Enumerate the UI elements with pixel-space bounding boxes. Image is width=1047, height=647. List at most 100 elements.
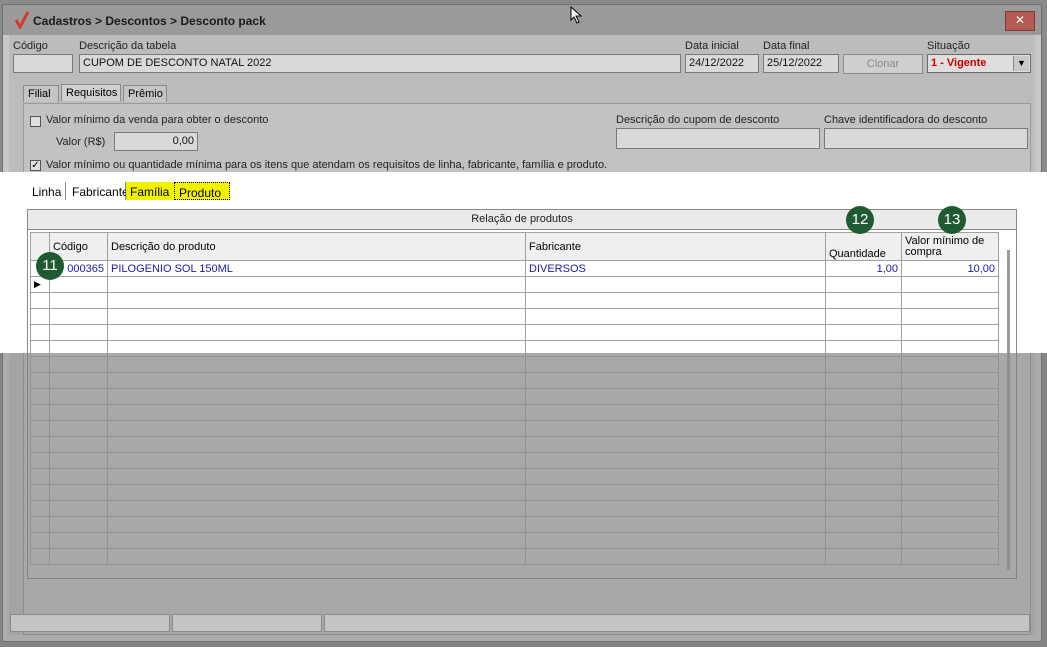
cell-valor[interactable] — [901, 516, 999, 533]
cell-fabricante[interactable] — [525, 372, 826, 389]
cell-descricao[interactable]: PILOGENIO SOL 150ML — [107, 260, 526, 277]
table-row[interactable] — [30, 340, 999, 357]
cell-fabricante[interactable] — [525, 276, 826, 293]
cell-fabricante[interactable] — [525, 500, 826, 517]
cell-fabricante[interactable] — [525, 420, 826, 437]
table-row[interactable] — [30, 516, 999, 533]
cell-codigo[interactable] — [49, 420, 108, 437]
cell-fabricante[interactable] — [525, 436, 826, 453]
cell-descricao[interactable] — [107, 532, 526, 549]
cell-quantidade[interactable] — [825, 500, 902, 517]
cell-fabricante[interactable] — [525, 356, 826, 373]
cell-codigo[interactable] — [49, 308, 108, 325]
col-header-quantidade[interactable]: Quantidade — [825, 232, 902, 261]
descricao-field[interactable]: CUPOM DE DESCONTO NATAL 2022 — [79, 54, 681, 73]
cell-quantidade[interactable]: 1,00 — [825, 260, 902, 277]
cell-codigo[interactable] — [49, 404, 108, 421]
data-final-field[interactable]: 25/12/2022 — [763, 54, 839, 73]
cell-descricao[interactable] — [107, 276, 526, 293]
cell-fabricante[interactable] — [525, 340, 826, 357]
cell-codigo[interactable] — [49, 532, 108, 549]
cell-fabricante[interactable] — [525, 452, 826, 469]
cell-valor[interactable] — [901, 420, 999, 437]
table-row[interactable] — [30, 452, 999, 469]
cell-fabricante[interactable] — [525, 292, 826, 309]
table-row[interactable] — [30, 436, 999, 453]
cell-valor[interactable] — [901, 468, 999, 485]
cell-valor[interactable] — [901, 324, 999, 341]
cell-quantidade[interactable] — [825, 292, 902, 309]
cell-descricao[interactable] — [107, 484, 526, 501]
tab-familia[interactable]: Família — [126, 182, 174, 200]
cell-descricao[interactable] — [107, 356, 526, 373]
cell-codigo[interactable] — [49, 548, 108, 565]
grid-scrollbar[interactable] — [1007, 250, 1010, 570]
cell-quantidade[interactable] — [825, 276, 902, 293]
cell-fabricante[interactable] — [525, 308, 826, 325]
cell-fabricante[interactable] — [525, 324, 826, 341]
cell-quantidade[interactable] — [825, 372, 902, 389]
cell-descricao[interactable] — [107, 468, 526, 485]
valor-qtd-minima-checkbox[interactable]: ✓ — [30, 160, 41, 171]
cell-codigo[interactable] — [49, 516, 108, 533]
cell-valor[interactable] — [901, 356, 999, 373]
table-row[interactable] — [30, 484, 999, 501]
table-row[interactable] — [30, 308, 999, 325]
cell-valor[interactable] — [901, 340, 999, 357]
cell-quantidade[interactable] — [825, 484, 902, 501]
cell-valor[interactable] — [901, 500, 999, 517]
cell-valor[interactable] — [901, 276, 999, 293]
col-header-fabricante[interactable]: Fabricante — [525, 232, 826, 261]
cell-descricao[interactable] — [107, 420, 526, 437]
cell-descricao[interactable] — [107, 292, 526, 309]
cell-codigo[interactable] — [49, 292, 108, 309]
cell-valor[interactable] — [901, 388, 999, 405]
cell-codigo[interactable] — [49, 452, 108, 469]
cell-descricao[interactable] — [107, 516, 526, 533]
col-header-descricao[interactable]: Descrição do produto — [107, 232, 526, 261]
table-row[interactable] — [30, 404, 999, 421]
cell-valor[interactable] — [901, 548, 999, 565]
cell-codigo[interactable] — [49, 276, 108, 293]
table-row[interactable] — [30, 532, 999, 549]
table-row[interactable] — [30, 388, 999, 405]
close-button[interactable]: ✕ — [1005, 11, 1035, 31]
data-inicial-field[interactable]: 24/12/2022 — [685, 54, 759, 73]
cell-valor[interactable] — [901, 372, 999, 389]
cell-quantidade[interactable] — [825, 532, 902, 549]
table-row[interactable] — [30, 468, 999, 485]
clonar-button[interactable]: Clonar — [843, 54, 923, 74]
cell-valor[interactable] — [901, 308, 999, 325]
tab-filial[interactable]: Filial — [23, 85, 59, 102]
cell-fabricante[interactable] — [525, 388, 826, 405]
cell-fabricante[interactable] — [525, 516, 826, 533]
cell-valor[interactable] — [901, 292, 999, 309]
cell-quantidade[interactable] — [825, 548, 902, 565]
cell-quantidade[interactable] — [825, 452, 902, 469]
cell-valor[interactable] — [901, 484, 999, 501]
table-row[interactable] — [30, 356, 999, 373]
cell-quantidade[interactable] — [825, 436, 902, 453]
cell-quantidade[interactable] — [825, 308, 902, 325]
tab-premio[interactable]: Prêmio — [123, 85, 167, 102]
cell-valor[interactable] — [901, 532, 999, 549]
cell-codigo[interactable] — [49, 356, 108, 373]
col-header-valor-minimo[interactable]: Valor mínimo de compra — [901, 232, 999, 261]
tab-fabricante[interactable]: Fabricante — [68, 182, 129, 200]
cell-descricao[interactable] — [107, 548, 526, 565]
cell-valor[interactable] — [901, 404, 999, 421]
cell-codigo[interactable] — [49, 484, 108, 501]
cell-valor[interactable] — [901, 452, 999, 469]
table-row[interactable]: 000365 PILOGENIO SOL 150ML DIVERSOS 1,00… — [30, 260, 999, 277]
tab-linha[interactable]: Linha — [28, 182, 66, 200]
valor-field[interactable]: 0,00 — [114, 132, 198, 151]
tab-requisitos[interactable]: Requisitos — [61, 84, 121, 101]
cell-descricao[interactable] — [107, 388, 526, 405]
chevron-down-icon[interactable]: ▼ — [1013, 56, 1029, 71]
cell-quantidade[interactable] — [825, 468, 902, 485]
valor-minimo-venda-checkbox[interactable] — [30, 116, 41, 127]
cell-fabricante[interactable] — [525, 468, 826, 485]
cell-fabricante[interactable] — [525, 484, 826, 501]
cell-quantidade[interactable] — [825, 356, 902, 373]
cell-codigo[interactable] — [49, 372, 108, 389]
